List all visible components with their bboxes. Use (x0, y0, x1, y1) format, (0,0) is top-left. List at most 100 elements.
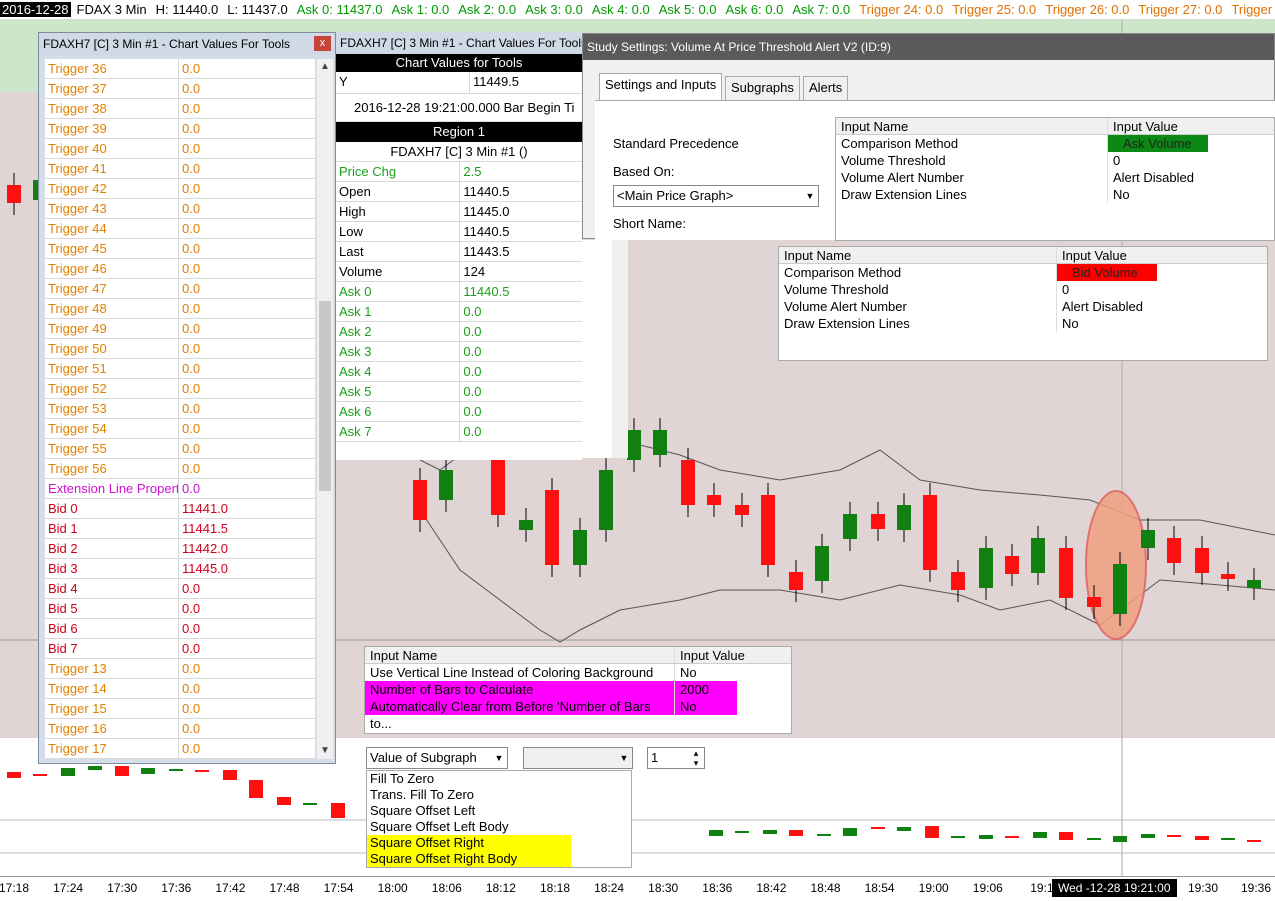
table-row[interactable]: Trigger 56 0.0 (45, 459, 315, 479)
list-item[interactable]: Fill To Zero (367, 771, 631, 787)
table-row[interactable]: Trigger 17 0.0 (45, 739, 315, 759)
input-value[interactable]: 0 (1108, 152, 1120, 169)
table-row[interactable]: Trigger 51 0.0 (45, 359, 315, 379)
study-settings-dialog[interactable]: Study Settings: Volume At Price Threshol… (582, 33, 1275, 241)
tab-subgraphs[interactable]: Subgraphs (725, 76, 800, 100)
chevron-down-icon[interactable]: ▼ (802, 186, 818, 206)
input-grid-bid[interactable]: Input Name Input Value Comparison Method Bi… (778, 246, 1268, 361)
input-grid-ask[interactable]: Input Name Input Value Comparison Method As… (835, 117, 1275, 241)
table-row[interactable]: Trigger 54 0.0 (45, 419, 315, 439)
table-row[interactable]: Trigger 36 0.0 (45, 59, 315, 79)
table-row[interactable]: High 11445.0 (336, 202, 582, 222)
list-item[interactable]: Square Offset Left Body (367, 819, 631, 835)
input-row[interactable]: Comparison Method Bid Volume (779, 264, 1267, 281)
list-item[interactable]: Square Offset Right Body (367, 851, 571, 867)
table-row[interactable]: Trigger 13 0.0 (45, 659, 315, 679)
input-value[interactable]: No (1108, 186, 1130, 203)
table-row[interactable]: Low 11440.5 (336, 222, 582, 242)
table-row[interactable]: Trigger 45 0.0 (45, 239, 315, 259)
input-value[interactable]: 0 (1057, 281, 1069, 298)
input-value[interactable]: No (675, 698, 697, 715)
input-row[interactable]: Volume Threshold 0 (836, 152, 1274, 169)
table-row[interactable]: Ask 2 0.0 (336, 322, 582, 342)
scroll-down-icon[interactable]: ▼ (317, 743, 333, 759)
input-value[interactable]: 2000 (675, 681, 709, 698)
chart-values-window-left[interactable]: FDAXH7 [C] 3 Min #1 - Chart Values For T… (38, 32, 336, 764)
input-value[interactable]: No (1057, 315, 1079, 332)
list-item[interactable]: Trans. Fill To Zero (367, 787, 631, 803)
vertical-scrollbar[interactable]: ▲ ▼ (317, 59, 333, 759)
table-row[interactable]: Trigger 55 0.0 (45, 439, 315, 459)
scroll-up-icon[interactable]: ▲ (317, 59, 333, 75)
input-value[interactable]: Alert Disabled (1057, 298, 1143, 315)
input-value[interactable]: No (675, 664, 697, 681)
table-row[interactable]: Ask 3 0.0 (336, 342, 582, 362)
table-row[interactable]: Ask 7 0.0 (336, 422, 582, 442)
input-grid-bottom[interactable]: Input Name Input Value Use Vertical Line I… (364, 646, 792, 734)
input-row[interactable]: Comparison Method Ask Volume (836, 135, 1274, 152)
vertical-scrollbar[interactable] (612, 240, 628, 458)
spin-arrows-icon[interactable]: ▴ ▾ (688, 748, 704, 768)
table-row[interactable]: Trigger 48 0.0 (45, 299, 315, 319)
table-row[interactable]: Trigger 53 0.0 (45, 399, 315, 419)
input-value[interactable]: Alert Disabled (1108, 169, 1194, 186)
table-row[interactable]: Trigger 43 0.0 (45, 199, 315, 219)
input-row[interactable]: Volume Threshold 0 (779, 281, 1267, 298)
table-row[interactable]: Ask 5 0.0 (336, 382, 582, 402)
chart-values-window-middle[interactable]: FDAXH7 [C] 3 Min #1 - Chart Values For T… (336, 32, 586, 460)
table-row[interactable]: Bid 0 11441.0 (45, 499, 315, 519)
table-row[interactable]: Trigger 16 0.0 (45, 719, 315, 739)
table-row[interactable]: Ask 1 0.0 (336, 302, 582, 322)
tab-alerts[interactable]: Alerts (803, 76, 849, 100)
table-row[interactable]: Trigger 42 0.0 (45, 179, 315, 199)
list-item[interactable]: Square Offset Left (367, 803, 631, 819)
table-row[interactable]: Bid 7 0.0 (45, 639, 315, 659)
input-row[interactable]: Draw Extension Lines No (779, 315, 1267, 332)
table-row[interactable]: Trigger 38 0.0 (45, 99, 315, 119)
input-row[interactable]: Volume Alert Number Alert Disabled (836, 169, 1274, 186)
input-value[interactable]: Ask Volume (1108, 135, 1208, 152)
table-row[interactable]: Trigger 14 0.0 (45, 679, 315, 699)
table-row[interactable]: Price Chg 2.5 (336, 162, 582, 182)
list-item[interactable]: Square Offset Right (367, 835, 571, 851)
table-row[interactable]: Trigger 47 0.0 (45, 279, 315, 299)
subgraph-style-list[interactable]: Fill To Zero Trans. Fill To Zero Square Of… (366, 770, 632, 868)
table-row[interactable]: Bid 2 11442.0 (45, 539, 315, 559)
table-row[interactable]: Bid 6 0.0 (45, 619, 315, 639)
input-row[interactable]: Number of Bars to Calculate 2000 (365, 681, 737, 698)
based-on-select[interactable]: <Main Price Graph> ▼ (613, 185, 819, 207)
close-button[interactable]: x (314, 36, 331, 51)
table-row[interactable]: Ask 0 11440.5 (336, 282, 582, 302)
table-row[interactable]: Trigger 41 0.0 (45, 159, 315, 179)
table-row[interactable]: Trigger 49 0.0 (45, 319, 315, 339)
scroll-thumb[interactable] (319, 301, 331, 491)
table-row[interactable]: Trigger 44 0.0 (45, 219, 315, 239)
table-row[interactable]: Volume 124 (336, 262, 582, 282)
table-row[interactable]: Trigger 50 0.0 (45, 339, 315, 359)
table-row[interactable]: Trigger 15 0.0 (45, 699, 315, 719)
window-title[interactable]: FDAXH7 [C] 3 Min #1 - Chart Values For T… (336, 32, 586, 54)
chevron-down-icon[interactable]: ▼ (491, 748, 507, 768)
table-row[interactable]: Last 11443.5 (336, 242, 582, 262)
input-value[interactable]: Bid Volume (1057, 264, 1157, 281)
dialog-title[interactable]: Study Settings: Volume At Price Threshol… (583, 34, 1274, 60)
table-row[interactable]: Extension Line Properties0.0 (45, 479, 315, 499)
table-row[interactable]: Trigger 39 0.0 (45, 119, 315, 139)
table-row[interactable]: Bid 5 0.0 (45, 599, 315, 619)
input-row[interactable]: Automatically Clear from Before 'Number … (365, 698, 737, 731)
input-row[interactable]: Volume Alert Number Alert Disabled (779, 298, 1267, 315)
width-spinner[interactable]: 1 ▴ ▾ (647, 747, 705, 769)
table-row[interactable]: Ask 4 0.0 (336, 362, 582, 382)
table-row[interactable]: Trigger 52 0.0 (45, 379, 315, 399)
table-row[interactable]: Open 11440.5 (336, 182, 582, 202)
subgraph-style-select[interactable]: Value of Subgraph ▼ (366, 747, 508, 769)
input-row[interactable]: Draw Extension Lines No (836, 186, 1274, 203)
table-row[interactable]: Bid 4 0.0 (45, 579, 315, 599)
input-row[interactable]: Use Vertical Line Instead of Coloring Ba… (365, 664, 791, 681)
table-row[interactable]: Ask 6 0.0 (336, 402, 582, 422)
table-row[interactable]: Trigger 46 0.0 (45, 259, 315, 279)
table-row[interactable]: Bid 1 11441.5 (45, 519, 315, 539)
table-row[interactable]: Bid 3 11445.0 (45, 559, 315, 579)
window-title[interactable]: FDAXH7 [C] 3 Min #1 - Chart Values For T… (39, 33, 335, 55)
tab-settings-inputs[interactable]: Settings and Inputs (599, 73, 723, 101)
